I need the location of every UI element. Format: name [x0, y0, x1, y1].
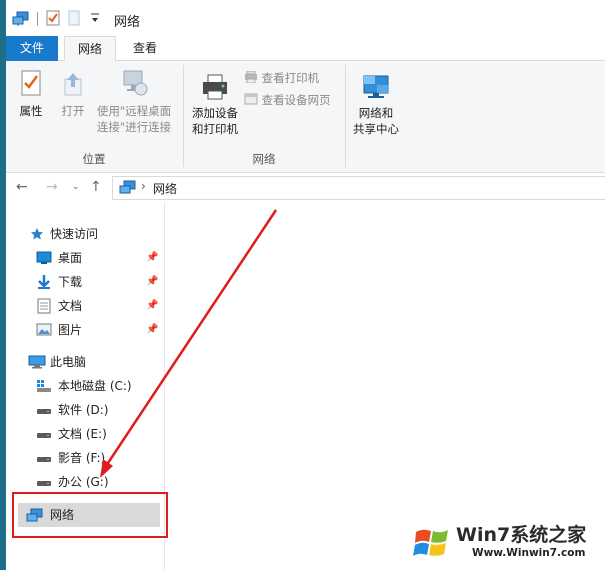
annotation-arrow: [100, 209, 278, 478]
annotation-highlight-box: [12, 492, 168, 538]
